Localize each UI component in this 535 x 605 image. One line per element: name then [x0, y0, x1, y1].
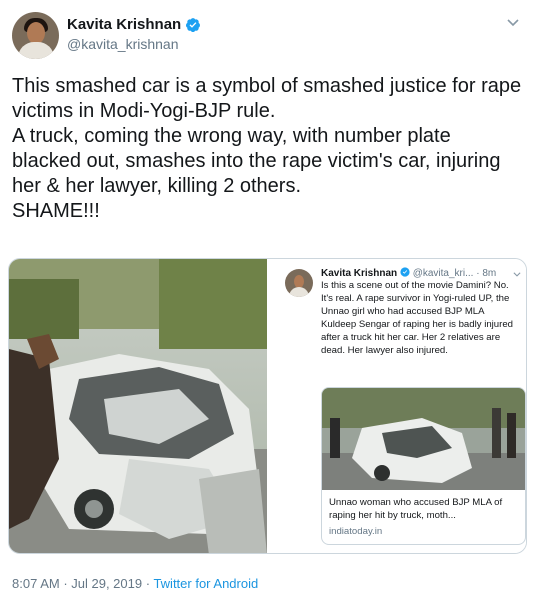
avatar[interactable]	[12, 12, 59, 59]
embed-chevron-down-icon	[513, 272, 521, 277]
tweet-text-line: This smashed car is a symbol of smashed …	[12, 75, 522, 122]
embed-header: Kavita Krishnan @kavita_kri... · 8m	[321, 267, 497, 279]
author-info[interactable]: Kavita Krishnan @kavita_krishnan	[67, 16, 201, 52]
chevron-down-icon[interactable]	[505, 14, 521, 30]
embed-text: Is this a scene out of the movie Damini?…	[321, 280, 514, 356]
embedded-tweet-screenshot[interactable]: Kavita Krishnan @kavita_kri... · 8m Is t…	[269, 259, 526, 553]
verified-icon	[186, 17, 201, 32]
tweet-text-line: A truck, coming the wrong way, with numb…	[12, 125, 501, 197]
card-photo	[322, 388, 525, 490]
card-title: Unnao woman who accused BJP MLA of rapin…	[329, 497, 503, 521]
embed-display-name: Kavita Krishnan	[321, 268, 398, 279]
card-domain: indiatoday.in	[329, 526, 383, 537]
display-name[interactable]: Kavita Krishnan	[67, 16, 181, 33]
embed-verified-icon	[400, 267, 410, 277]
embed-avatar	[285, 269, 313, 297]
tweet-metadata: 8:07 AM · Jul 29, 2019 · Twitter for And…	[12, 576, 259, 591]
tweet-date[interactable]: Jul 29, 2019	[71, 576, 142, 591]
tweet-text-line: SHAME!!!	[12, 200, 100, 222]
tweet-time[interactable]: 8:07 AM	[12, 576, 60, 591]
smashed-car-photo[interactable]	[9, 259, 267, 554]
tweet-source[interactable]: Twitter for Android	[153, 576, 258, 591]
embed-time: 8m	[482, 268, 497, 279]
tweet-media[interactable]: Kavita Krishnan @kavita_kri... · 8m Is t…	[8, 258, 527, 554]
embed-handle: @kavita_kri...	[412, 268, 474, 279]
tweet-text: This smashed car is a symbol of smashed …	[12, 74, 523, 224]
tweet: Kavita Krishnan @kavita_krishnan This sm…	[0, 0, 535, 605]
embed-link-card: Unnao woman who accused BJP MLA of rapin…	[321, 387, 526, 545]
handle[interactable]: @kavita_krishnan	[67, 36, 201, 52]
tweet-header: Kavita Krishnan @kavita_krishnan	[12, 12, 523, 62]
